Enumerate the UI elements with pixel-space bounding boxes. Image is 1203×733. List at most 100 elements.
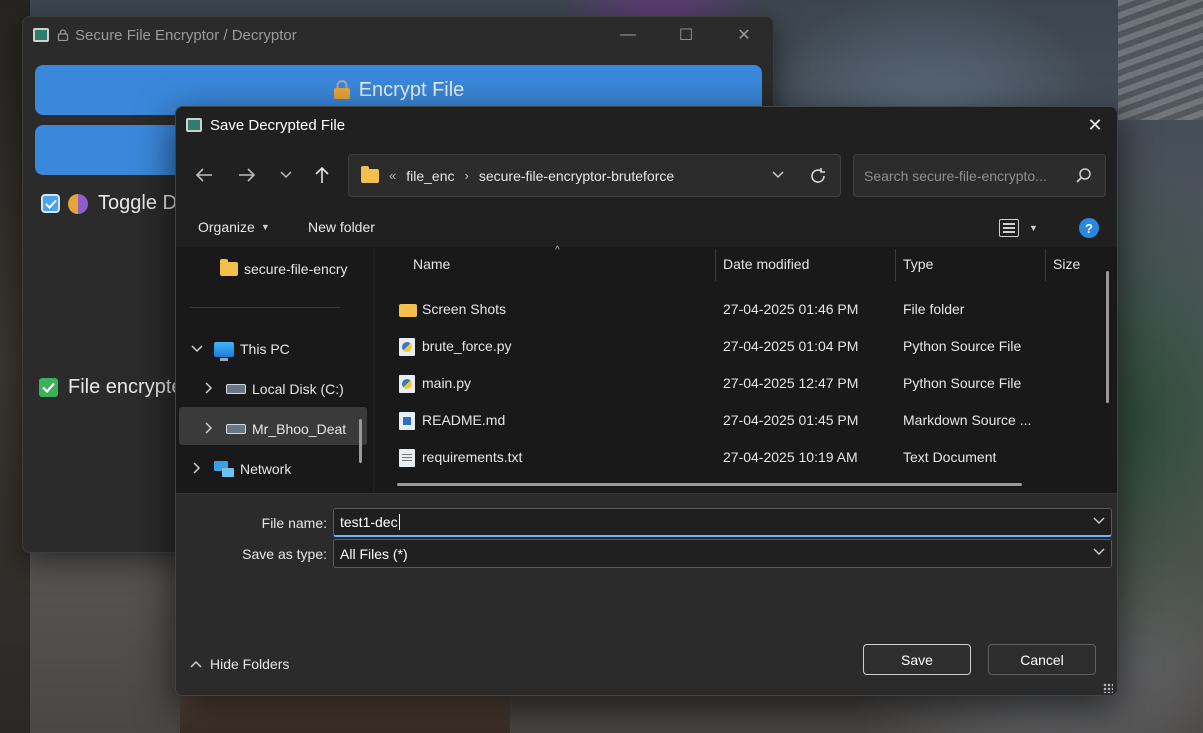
breadcrumb-item[interactable]: file_enc (406, 168, 454, 184)
command-bar: Organize ▼ New folder ▼ ? (176, 209, 1117, 245)
file-name: Screen Shots (422, 301, 507, 317)
column-header-type[interactable]: Type (903, 256, 933, 272)
nav-item-external-drive[interactable]: Mr_Bhoo_Deat (202, 421, 346, 437)
lock-icon (57, 29, 69, 41)
wallpaper-boots (180, 690, 510, 733)
toggle-checkbox[interactable] (41, 194, 60, 213)
column-header-date[interactable]: Date modified (723, 256, 809, 272)
refresh-icon[interactable] (806, 164, 830, 188)
expand-chevron-icon[interactable] (190, 461, 204, 477)
forward-arrow-icon[interactable] (231, 161, 263, 189)
change-view-button[interactable]: ▼ (999, 217, 1049, 239)
column-header-name[interactable]: Name (413, 256, 450, 272)
search-placeholder: Search secure-file-encrypto... (864, 167, 1047, 184)
search-input[interactable]: Search secure-file-encrypto... (853, 154, 1106, 197)
nav-item-this-pc[interactable]: This PC (190, 341, 290, 361)
expand-chevron-icon[interactable] (202, 381, 216, 397)
check-icon (44, 199, 57, 209)
nav-item-network[interactable]: Network (190, 461, 291, 477)
dialog-title: Save Decrypted File (210, 116, 346, 134)
network-icon (214, 461, 234, 477)
address-bar[interactable]: « file_enc › secure-file-encryptor-brute… (348, 154, 841, 197)
close-button[interactable]: ✕ (715, 17, 773, 53)
column-separator[interactable] (715, 249, 716, 281)
nav-item-local-disk[interactable]: Local Disk (C:) (202, 381, 344, 397)
app-titlebar[interactable]: Secure File Encryptor / Decryptor — ☐ ✕ (23, 17, 773, 53)
collapse-chevron-icon[interactable] (190, 342, 204, 356)
cancel-button[interactable]: Cancel (988, 644, 1096, 675)
search-icon[interactable] (1075, 167, 1093, 185)
maximize-button[interactable]: ☐ (657, 17, 715, 53)
nav-item-current-folder[interactable]: secure-file-encry (220, 259, 348, 277)
save-button[interactable]: Save (863, 644, 971, 675)
drive-icon (226, 424, 246, 434)
status-text: File encrypte (68, 376, 183, 398)
new-folder-button[interactable]: New folder (308, 219, 375, 235)
resize-grip-icon[interactable] (1103, 683, 1113, 693)
toggle-label: Toggle D (98, 192, 177, 214)
horizontal-scrollbar[interactable] (397, 483, 1022, 486)
window-controls: — ☐ ✕ (599, 17, 773, 53)
file-type: File folder (903, 301, 965, 317)
app-icon (33, 28, 49, 42)
save-type-value: All Files (*) (340, 545, 408, 562)
file-date: 27-04-2025 01:45 PM (723, 412, 859, 428)
file-date: 27-04-2025 10:19 AM (723, 449, 858, 465)
save-type-label: Save as type: (242, 546, 327, 562)
breadcrumb-overflow[interactable]: « (389, 168, 396, 183)
nav-item-label: This PC (240, 341, 290, 357)
wallpaper-stairs (1118, 0, 1203, 120)
organize-menu[interactable]: Organize ▼ (198, 219, 270, 235)
pc-icon (214, 341, 234, 361)
file-row[interactable]: main.py 27-04-2025 12:47 PM Python Sourc… (397, 369, 1097, 399)
navigation-row: « file_enc › secure-file-encryptor-brute… (176, 153, 1117, 199)
file-type: Python Source File (903, 375, 1022, 391)
navigation-pane: secure-file-encry This PC Local Disk (C:… (176, 247, 373, 493)
nav-scrollbar[interactable] (359, 419, 362, 463)
file-name-label: File name: (261, 515, 327, 531)
theme-toggle[interactable]: Toggle D (41, 192, 177, 215)
file-row[interactable]: README.md 27-04-2025 01:45 PM Markdown S… (397, 406, 1097, 436)
file-row[interactable]: Screen Shots 27-04-2025 01:46 PM File fo… (397, 295, 1097, 325)
file-name: README.md (422, 412, 506, 428)
hide-folders-label: Hide Folders (210, 656, 290, 672)
dialog-close-button[interactable]: ✕ (1073, 107, 1117, 143)
file-row[interactable]: requirements.txt 27-04-2025 10:19 AM Tex… (397, 443, 1097, 473)
dialog-titlebar[interactable]: Save Decrypted File ✕ (176, 107, 1117, 143)
column-separator[interactable] (895, 249, 896, 281)
details-view-icon (999, 219, 1019, 237)
file-row[interactable]: brute_force.py 27-04-2025 01:04 PM Pytho… (397, 332, 1097, 362)
expand-chevron-icon[interactable] (202, 421, 216, 437)
hide-folders-button[interactable]: Hide Folders (190, 656, 289, 672)
file-name: main.py (422, 375, 472, 391)
caret-down-icon: ▼ (260, 222, 270, 232)
file-name-value: test1-dec (340, 514, 398, 530)
nav-divider (190, 307, 340, 308)
folder-icon (399, 304, 417, 317)
nav-item-label: Local Disk (C:) (252, 381, 344, 397)
vertical-scrollbar[interactable] (1106, 271, 1109, 403)
up-arrow-icon[interactable] (306, 161, 338, 189)
column-separator[interactable] (1045, 249, 1046, 281)
nav-item-label: secure-file-encry (244, 261, 348, 277)
file-date: 27-04-2025 01:46 PM (723, 301, 859, 317)
address-history-chevron-icon[interactable] (768, 165, 788, 185)
chevron-down-icon[interactable] (1093, 514, 1105, 528)
file-type: Text Document (903, 449, 997, 465)
chevron-down-icon (1093, 545, 1105, 559)
save-type-select[interactable]: All Files (*) (333, 539, 1112, 568)
breadcrumb-item[interactable]: secure-file-encryptor-bruteforce (479, 168, 674, 184)
file-date: 27-04-2025 12:47 PM (723, 375, 859, 391)
file-name-input[interactable]: test1-dec (333, 508, 1112, 537)
app-icon (186, 118, 202, 132)
help-icon[interactable]: ? (1079, 218, 1099, 238)
text-cursor (398, 514, 400, 530)
half-moon-icon (68, 193, 88, 214)
file-list: Name ^ Date modified Type Size Screen Sh… (375, 245, 1117, 493)
minimize-button[interactable]: — (599, 17, 657, 53)
file-type: Python Source File (903, 338, 1022, 354)
back-arrow-icon[interactable] (188, 161, 220, 189)
recent-locations-chevron-icon[interactable] (270, 161, 302, 189)
column-header-size[interactable]: Size (1053, 256, 1080, 272)
file-type: Markdown Source ... (903, 412, 1032, 428)
